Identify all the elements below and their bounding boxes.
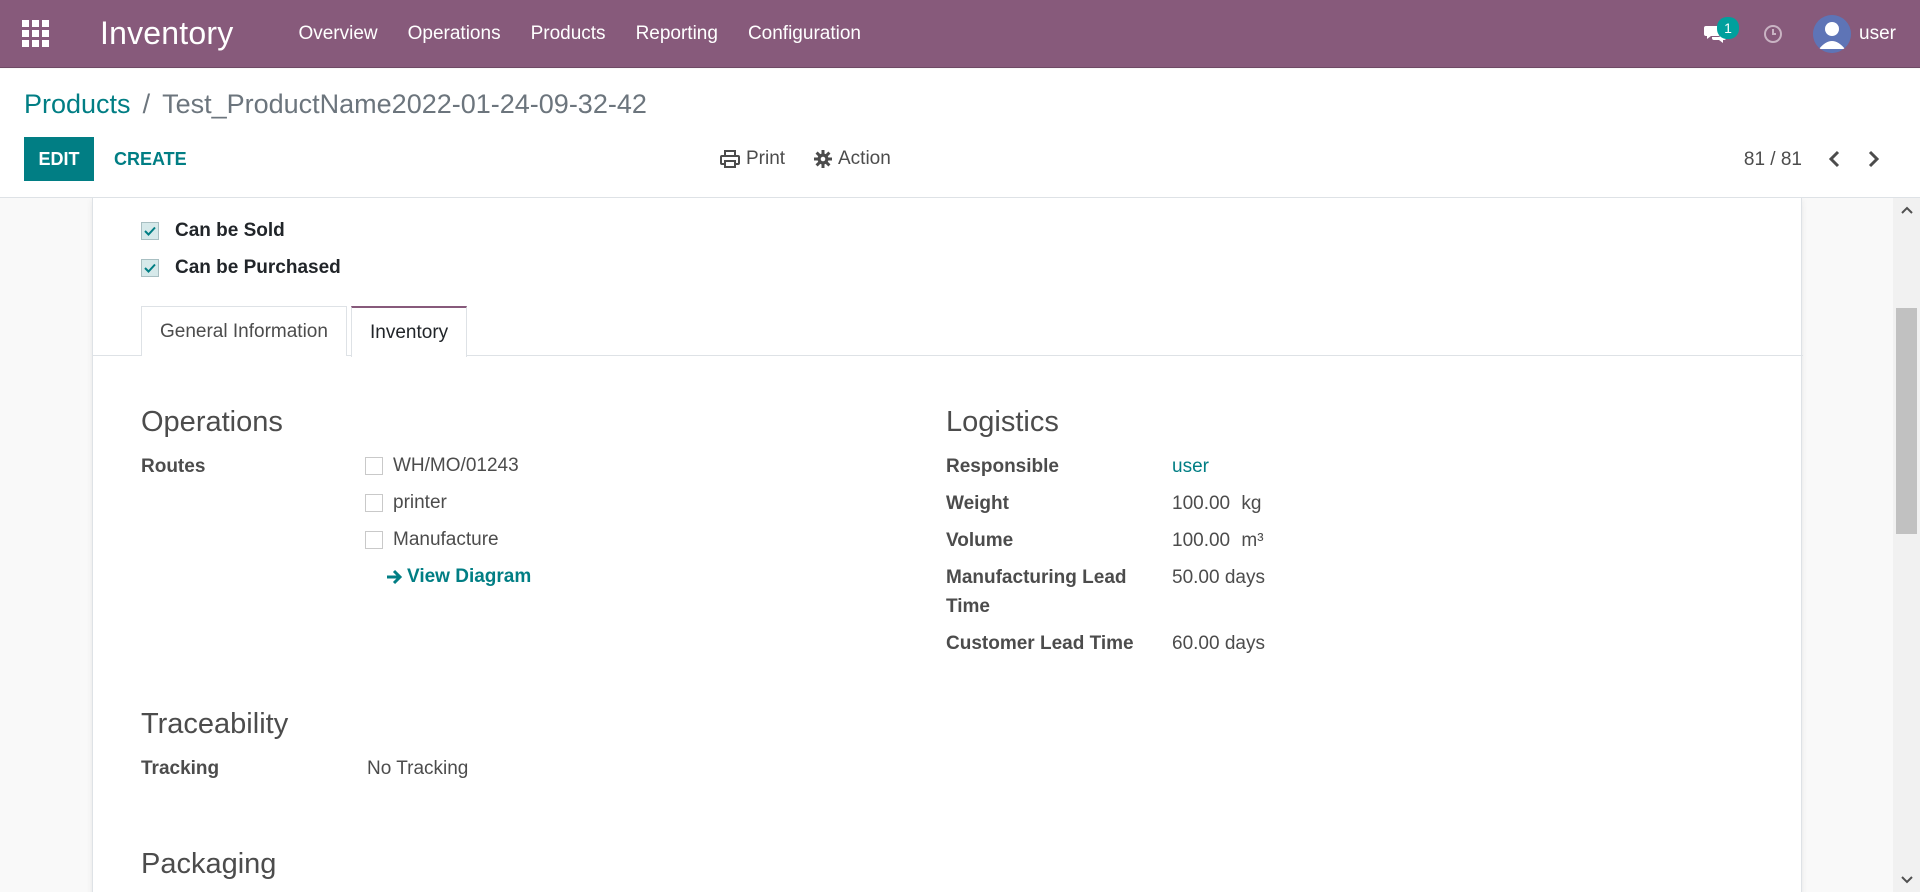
form-view: Can be Sold Can be Purchased General Inf… xyxy=(0,198,1920,892)
pager-value[interactable]: 81 / 81 xyxy=(1744,149,1802,171)
volume-unit: m³ xyxy=(1241,530,1264,551)
route-checkbox[interactable] xyxy=(365,457,383,475)
manufacturing-lead-label-line2: Time xyxy=(946,596,991,617)
menu-products[interactable]: Products xyxy=(516,0,621,68)
menu-overview[interactable]: Overview xyxy=(283,0,392,68)
top-navbar: Inventory Overview Operations Products R… xyxy=(0,0,1920,68)
pager-previous-button[interactable] xyxy=(1816,139,1852,179)
message-count-badge: 1 xyxy=(1717,17,1740,39)
can-be-sold-checkbox[interactable] xyxy=(141,222,159,240)
can-be-sold-label: Can be Sold xyxy=(175,220,285,241)
traceability-title: Traceability xyxy=(141,708,289,740)
operations-title: Operations xyxy=(141,406,283,438)
user-name: user xyxy=(1859,23,1896,44)
control-panel: Products / Test_ProductName2022-01-24-09… xyxy=(0,69,1920,198)
breadcrumb-separator: / xyxy=(142,89,151,119)
menu-reporting[interactable]: Reporting xyxy=(621,0,733,68)
clock-icon xyxy=(1764,25,1783,43)
chevron-up-icon xyxy=(1900,206,1913,214)
navbar-systray: 1 user xyxy=(1695,0,1920,68)
chevron-right-icon xyxy=(1868,150,1880,168)
gear-icon xyxy=(814,150,832,168)
view-diagram-button[interactable]: View Diagram xyxy=(385,566,531,588)
scrollbar-thumb[interactable] xyxy=(1896,308,1917,534)
action-label: Action xyxy=(838,148,891,169)
customer-lead-time-value: 60.00 days xyxy=(1172,633,1265,654)
view-diagram-label: View Diagram xyxy=(407,566,532,587)
route-checkbox[interactable] xyxy=(365,531,383,549)
chevron-left-icon xyxy=(1828,150,1840,168)
print-button[interactable]: Print xyxy=(720,137,785,181)
can-be-purchased-checkbox[interactable] xyxy=(141,259,159,277)
breadcrumb: Products / Test_ProductName2022-01-24-09… xyxy=(24,89,647,120)
apps-grid-icon xyxy=(21,20,49,47)
routes-label: Routes xyxy=(141,456,206,477)
tracking-label: Tracking xyxy=(141,758,220,779)
tab-inventory[interactable]: Inventory xyxy=(351,306,468,357)
route-checkbox[interactable] xyxy=(365,494,383,512)
route-label: WH/MO/01243 xyxy=(393,455,519,476)
manufacturing-lead-time-value: 50.00 days xyxy=(1172,567,1265,588)
pager-next-button[interactable] xyxy=(1856,139,1892,179)
manufacturing-lead-label-line1: Manufacturing Lead xyxy=(946,567,1127,588)
user-avatar-icon xyxy=(1813,15,1852,53)
form-sheet: Can be Sold Can be Purchased General Inf… xyxy=(92,198,1803,892)
route-item: Manufacture xyxy=(365,529,499,551)
user-menu[interactable]: user xyxy=(1803,0,1920,68)
tracking-value: No Tracking xyxy=(367,758,469,779)
check-icon xyxy=(144,226,156,236)
chevron-down-icon xyxy=(1900,876,1913,884)
customer-lead-time-label: Customer Lead Time xyxy=(946,633,1134,654)
logistics-title: Logistics xyxy=(946,406,1059,438)
can-be-purchased-row: Can be Purchased xyxy=(141,257,341,279)
volume-value: 100.00 m³ xyxy=(1172,526,1264,555)
weight-value: 100.00 kg xyxy=(1172,489,1261,518)
weight-label: Weight xyxy=(946,493,1009,514)
menu-configuration[interactable]: Configuration xyxy=(733,0,876,68)
scroll-up-button[interactable] xyxy=(1893,198,1920,222)
weight-unit: kg xyxy=(1241,493,1262,514)
apps-menu-button[interactable] xyxy=(0,0,70,68)
check-icon xyxy=(144,263,156,273)
print-icon xyxy=(720,150,740,168)
main-menu: Overview Operations Products Reporting C… xyxy=(283,0,876,68)
responsible-link[interactable]: user xyxy=(1172,452,1209,481)
route-item: WH/MO/01243 xyxy=(365,455,519,477)
print-label: Print xyxy=(746,148,786,169)
create-button[interactable]: CREATE xyxy=(104,137,197,181)
volume-number: 100.00 xyxy=(1172,530,1231,551)
packaging-title: Packaging xyxy=(141,848,277,880)
volume-label: Volume xyxy=(946,530,1014,551)
arrow-right-icon xyxy=(387,569,403,585)
responsible-label: Responsible xyxy=(946,456,1059,477)
breadcrumb-current: Test_ProductName2022-01-24-09-32-42 xyxy=(162,89,647,119)
weight-number: 100.00 xyxy=(1172,493,1231,514)
scroll-down-button[interactable] xyxy=(1893,868,1920,892)
avatar xyxy=(1813,15,1852,53)
action-button[interactable]: Action xyxy=(814,137,891,181)
manufacturing-lead-time-label: Manufacturing Lead Time xyxy=(946,563,1127,621)
can-be-sold-row: Can be Sold xyxy=(141,220,285,242)
route-label: printer xyxy=(393,492,447,513)
breadcrumb-products[interactable]: Products xyxy=(24,89,131,120)
route-item: printer xyxy=(365,492,447,514)
menu-operations[interactable]: Operations xyxy=(393,0,516,68)
edit-button[interactable]: EDIT xyxy=(24,137,94,181)
messaging-button[interactable]: 1 xyxy=(1695,0,1740,68)
route-label: Manufacture xyxy=(393,529,499,550)
tab-general-information[interactable]: General Information xyxy=(141,306,347,356)
activity-button[interactable] xyxy=(1753,0,1793,68)
vertical-scrollbar[interactable] xyxy=(1893,198,1920,892)
notebook-tabs: General Information Inventory xyxy=(93,306,1803,357)
can-be-purchased-label: Can be Purchased xyxy=(175,257,341,278)
app-brand[interactable]: Inventory xyxy=(100,15,233,52)
